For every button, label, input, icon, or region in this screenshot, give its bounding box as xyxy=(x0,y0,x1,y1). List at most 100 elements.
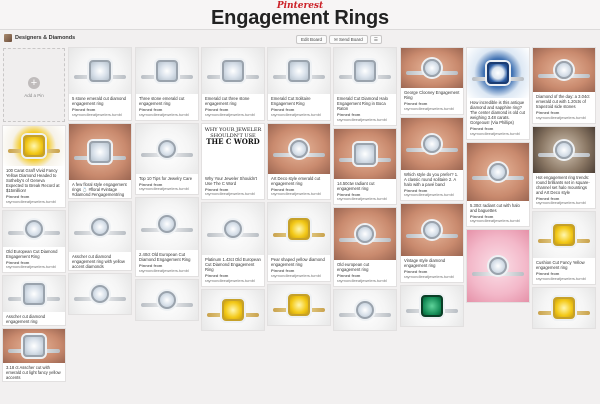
pin-card[interactable]: Which style do you prefer? 1. A classic … xyxy=(401,117,463,201)
pin-image[interactable] xyxy=(401,117,463,170)
pin-image[interactable] xyxy=(69,273,131,314)
pin-image[interactable] xyxy=(3,329,65,364)
pin-image[interactable] xyxy=(202,48,264,94)
pin-card[interactable] xyxy=(268,284,330,325)
pin-image[interactable] xyxy=(334,289,396,330)
pin-image[interactable] xyxy=(3,126,65,166)
pinned-from[interactable]: Pinned from raymondleeatjewelers.tumbl xyxy=(533,110,595,123)
pin-card[interactable]: WHY YOUR JEWELER SHOULDN'T USE THE C WORD W… xyxy=(202,123,264,200)
pin-image[interactable] xyxy=(136,123,198,174)
pin-card[interactable]: Cushion Cut Fancy Yellow engagement ring… xyxy=(533,212,595,284)
pin-source-link[interactable]: raymondleeatjewelers.tumbl xyxy=(271,191,321,196)
pin-source-link[interactable]: raymondleeatjewelers.tumbl xyxy=(6,264,56,269)
pin-image[interactable] xyxy=(533,212,595,259)
pinned-from[interactable]: Pinned from raymondleeatjewelers.tumbl xyxy=(202,187,264,200)
pin-source-link[interactable]: raymondleeatjewelers.tumbl xyxy=(536,200,586,205)
pinned-from[interactable]: Pinned from raymondleeatjewelers.tumbl xyxy=(202,273,264,286)
pin-card[interactable]: Emerald Cut Diamond Halo Engagement Ring… xyxy=(334,48,396,125)
pin-image[interactable] xyxy=(3,276,65,313)
pin-card[interactable]: How incredible is this antique diamond a… xyxy=(467,48,529,139)
pin-source-link[interactable]: raymondleeatjewelers.tumbl xyxy=(72,112,122,117)
pin-card[interactable]: Asscher cut diamond engagement ring xyxy=(3,276,65,326)
pinned-from[interactable]: Pinned from raymondleeatjewelers.tumbl xyxy=(467,126,529,139)
pin-card[interactable]: Old European Cut Diamond Engagement Ring… xyxy=(3,210,65,273)
pin-image[interactable] xyxy=(467,142,529,201)
pin-card[interactable] xyxy=(334,289,396,330)
pin-image[interactable]: WHY YOUR JEWELER SHOULDN'T USE THE C WORD xyxy=(202,123,264,174)
pin-image[interactable] xyxy=(136,48,198,94)
pinned-from[interactable]: Pinned from raymondleeatjewelers.tumbl xyxy=(467,214,529,227)
pinned-from[interactable]: Pinned from raymondleeatjewelers.tumbl xyxy=(268,268,330,281)
pinned-from[interactable]: Pinned from raymondleeatjewelers.tumbl xyxy=(334,192,396,205)
pin-source-link[interactable]: raymondleeatjewelers.tumbl xyxy=(404,192,454,197)
pin-image[interactable] xyxy=(334,48,396,94)
edit-board-button[interactable]: Edit Board xyxy=(296,35,328,44)
pinned-from[interactable]: Pinned from raymondleeatjewelers.tumbl xyxy=(136,182,198,195)
pin-card[interactable]: 14.50ctw radiant cut engagement ring Pinn… xyxy=(334,128,396,205)
pin-card[interactable]: Old european cut engagement ring Pinned f… xyxy=(334,208,396,286)
pinned-from[interactable]: Pinned from raymondleeatjewelers.tumbl xyxy=(533,271,595,284)
pin-source-link[interactable]: raymondleeatjewelers.tumbl xyxy=(536,276,586,281)
pinned-from[interactable]: Pinned from raymondleeatjewelers.tumbl xyxy=(3,260,65,273)
pin-image[interactable] xyxy=(136,198,198,251)
pin-image[interactable] xyxy=(69,201,131,252)
pin-source-link[interactable]: raymondleeatjewelers.tumbl xyxy=(139,112,189,117)
avatar[interactable] xyxy=(4,34,12,42)
pin-card[interactable]: Pear shaped yellow diamond engagement ri… xyxy=(268,203,330,281)
pin-card[interactable]: Emerald cut three stone engagement ring P… xyxy=(202,48,264,120)
pin-source-link[interactable]: raymondleeatjewelers.tumbl xyxy=(139,268,189,273)
pin-image[interactable] xyxy=(533,287,595,328)
pinned-from[interactable]: Pinned from raymondleeatjewelers.tumbl xyxy=(334,112,396,125)
pin-image[interactable] xyxy=(268,284,330,325)
pin-source-link[interactable]: raymondleeatjewelers.tumbl xyxy=(271,273,321,278)
pin-card[interactable]: Three stone emerald cut engagement ring P… xyxy=(136,48,198,120)
pinned-from[interactable]: Pinned from raymondleeatjewelers.tumbl xyxy=(533,196,595,209)
pin-image[interactable] xyxy=(268,48,330,94)
pin-image[interactable] xyxy=(334,208,396,261)
pin-source-link[interactable]: raymondleeatjewelers.tumbl xyxy=(470,131,520,136)
add-pin-button[interactable]: + Add a Pin xyxy=(3,48,65,122)
pin-card[interactable]: 2.40ct Old European Cut Diamond Engageme… xyxy=(136,198,198,276)
pin-card[interactable] xyxy=(69,273,131,314)
pin-image[interactable] xyxy=(533,48,595,92)
owner-name[interactable]: Designers & Diamonds xyxy=(15,35,75,41)
pin-card[interactable]: Asscher cut diamond engagement ring with… xyxy=(69,201,131,270)
pinned-from[interactable]: Pinned from raymondleeatjewelers.tumbl xyxy=(401,269,463,282)
pin-source-link[interactable]: raymondleeatjewelers.tumbl xyxy=(404,274,454,279)
send-board-button[interactable]: ✉ Send Board xyxy=(329,35,368,44)
pin-image[interactable] xyxy=(467,230,529,303)
pinned-from[interactable]: Pinned from raymondleeatjewelers.tumbl xyxy=(136,263,198,276)
pin-card[interactable]: Platinum 1.43ct Old European Cut Diamond… xyxy=(202,203,264,286)
pin-image[interactable] xyxy=(268,123,330,174)
pin-source-link[interactable]: raymondleeatjewelers.tumbl xyxy=(337,278,387,283)
pin-card[interactable]: Diamond of the day: a 3.04ct emerald cut… xyxy=(533,48,595,123)
pin-card[interactable]: 100 Carat Graff Vivid Fancy Yellow Diamo… xyxy=(3,126,65,207)
pin-image[interactable] xyxy=(533,126,595,173)
pin-card[interactable]: Top 10 Tips for Jewelry Care Pinned from r… xyxy=(136,123,198,195)
pin-image[interactable] xyxy=(467,48,529,98)
pinned-from[interactable]: Pinned from raymondleeatjewelers.tumbl xyxy=(401,101,463,114)
pinned-from[interactable]: Pinned from raymondleeatjewelers.tumbl xyxy=(69,107,131,120)
pin-image[interactable] xyxy=(69,48,131,94)
pin-source-link[interactable]: raymondleeatjewelers.tumbl xyxy=(470,218,520,223)
pinned-from[interactable]: Pinned from raymondleeatjewelers.tumbl xyxy=(268,107,330,120)
pin-image[interactable] xyxy=(69,123,131,180)
pin-card[interactable]: Hot engagement ring trends: round brilli… xyxy=(533,126,595,209)
pin-image[interactable] xyxy=(401,48,463,88)
pinned-from[interactable]: Pinned from raymondleeatjewelers.tumbl xyxy=(401,188,463,201)
pin-source-link[interactable]: raymondleeatjewelers.tumbl xyxy=(337,196,387,201)
pin-source-link[interactable]: raymondleeatjewelers.tumbl xyxy=(139,186,189,191)
pin-image[interactable] xyxy=(268,203,330,256)
pinned-from[interactable]: Pinned from raymondleeatjewelers.tumbl xyxy=(268,187,330,200)
pin-image[interactable] xyxy=(401,285,463,326)
pin-source-link[interactable]: raymondleeatjewelers.tumbl xyxy=(205,191,255,196)
pin-image[interactable] xyxy=(401,204,463,257)
pin-source-link[interactable]: raymondleeatjewelers.tumbl xyxy=(205,278,255,283)
more-options-button[interactable]: ☰ xyxy=(369,35,382,44)
pin-source-link[interactable]: raymondleeatjewelers.tumbl xyxy=(404,106,454,111)
pinned-from[interactable]: Pinned from raymondleeatjewelers.tumbl xyxy=(136,107,198,120)
pinned-from[interactable]: Pinned from raymondleeatjewelers.tumbl xyxy=(334,273,396,286)
pin-card[interactable] xyxy=(136,279,198,320)
pin-card[interactable]: A few floral style engagement rings 💍 #f… xyxy=(69,123,131,198)
pin-card[interactable] xyxy=(467,230,529,303)
